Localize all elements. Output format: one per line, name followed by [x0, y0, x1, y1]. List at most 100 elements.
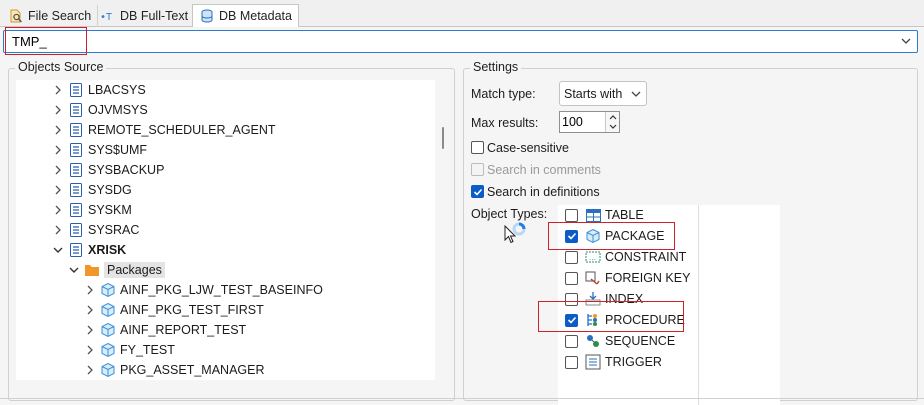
search-in-definitions-checkbox[interactable]	[471, 185, 484, 198]
index-checkbox[interactable]	[565, 292, 578, 306]
package-icon	[100, 282, 116, 298]
tree-item-package[interactable]: AINF_PKG_TEST_FIRST	[84, 300, 264, 320]
tab-label: DB Metadata	[219, 9, 292, 23]
package-checkbox[interactable]	[565, 229, 578, 243]
db-metadata-panel: Objects Source LBACSYS OJVMSYS REMOTE_SC…	[0, 27, 924, 405]
schema-icon	[68, 222, 84, 238]
object-type-foreign-key[interactable]: FOREIGN KEY	[565, 268, 690, 288]
chevron-right-icon[interactable]	[52, 144, 64, 156]
chevron-right-icon[interactable]	[84, 304, 96, 316]
object-types-divider	[698, 205, 699, 405]
spin-down-icon[interactable]	[605, 122, 619, 132]
tree-item-sys-umf[interactable]: SYS$UMF	[52, 140, 147, 160]
tree-item-ojvmsys[interactable]: OJVMSYS	[52, 100, 148, 120]
chevron-right-icon[interactable]	[52, 184, 64, 196]
fulltext-icon: •T	[100, 8, 116, 24]
object-type-label: SEQUENCE	[605, 334, 676, 348]
schema-icon	[68, 162, 84, 178]
search-input[interactable]	[7, 31, 887, 52]
tab-bar: File Search •T DB Full-Text DB Metadata	[0, 0, 924, 28]
search-in-comments-checkbox[interactable]	[471, 163, 484, 176]
bottom-divider	[0, 398, 924, 399]
max-results-spinner[interactable]	[559, 111, 620, 133]
chevron-right-icon[interactable]	[84, 324, 96, 336]
tree-item-lbacsys[interactable]: LBACSYS	[52, 80, 146, 100]
spin-up-icon[interactable]	[605, 112, 619, 122]
tree-item-syskm[interactable]: SYSKM	[52, 200, 132, 220]
chevron-right-icon[interactable]	[52, 104, 64, 116]
tree-item-sysrac[interactable]: SYSRAC	[52, 220, 139, 240]
tree-item-package[interactable]: FY_TEST	[84, 340, 175, 360]
chevron-down-icon[interactable]	[899, 34, 913, 48]
object-type-label: CONSTRAINT	[605, 250, 687, 264]
search-combobox[interactable]	[3, 30, 918, 53]
match-type-label: Match type:	[471, 87, 536, 101]
tree-item-label: AINF_REPORT_TEST	[120, 323, 247, 337]
object-type-table[interactable]: TABLE	[565, 205, 644, 225]
tree-item-packages[interactable]: Packages	[68, 260, 165, 280]
tab-label: DB Full-Text	[120, 9, 189, 23]
chevron-right-icon[interactable]	[52, 124, 64, 136]
object-type-label: TABLE	[605, 208, 644, 222]
foreign-key-icon	[585, 270, 601, 286]
table-icon	[585, 207, 601, 223]
folder-icon	[84, 262, 100, 278]
chevron-right-icon[interactable]	[84, 284, 96, 296]
tab-db-metadata[interactable]: DB Metadata	[192, 4, 299, 28]
object-type-sequence[interactable]: SEQUENCE	[565, 331, 675, 351]
object-type-procedure[interactable]: PROCEDURE	[565, 310, 685, 330]
chevron-right-icon[interactable]	[52, 204, 64, 216]
checkmark-icon	[567, 232, 576, 240]
object-type-index[interactable]: INDEX	[565, 289, 643, 309]
case-sensitive-checkbox[interactable]	[471, 141, 484, 154]
trigger-icon	[585, 354, 601, 370]
tree-item-sysbackup[interactable]: SYSBACKUP	[52, 160, 164, 180]
object-type-constraint[interactable]: … CONSTRAINT	[565, 247, 686, 267]
busy-spinner-icon	[512, 222, 526, 239]
tab-db-full-text[interactable]: •T DB Full-Text	[94, 5, 196, 27]
tab-file-search[interactable]: File Search	[2, 5, 99, 27]
chevron-right-icon[interactable]	[84, 344, 96, 356]
procedure-icon	[585, 312, 601, 328]
tree-item-xrisk[interactable]: XRISK	[52, 240, 126, 260]
tree-item-package[interactable]: AINF_PKG_LJW_TEST_BASEINFO	[84, 280, 323, 300]
objects-source-tree[interactable]: LBACSYS OJVMSYS REMOTE_SCHEDULER_AGENT S…	[16, 80, 435, 380]
chevron-right-icon[interactable]	[52, 164, 64, 176]
tree-item-label: SYSDG	[88, 183, 132, 197]
constraint-checkbox[interactable]	[565, 250, 578, 264]
tree-item-package[interactable]: PKG_ASSET_MANAGER	[84, 360, 265, 380]
tree-scrollbar-thumb[interactable]	[442, 127, 444, 149]
search-in-comments-label: Search in comments	[487, 163, 601, 177]
constraint-icon: …	[585, 249, 601, 265]
procedure-checkbox[interactable]	[565, 313, 578, 327]
file-search-icon	[8, 8, 24, 24]
chevron-right-icon[interactable]	[52, 224, 64, 236]
object-type-label: PROCEDURE	[605, 313, 685, 327]
trigger-checkbox[interactable]	[565, 355, 578, 369]
max-results-input[interactable]	[562, 113, 602, 131]
foreign-key-checkbox[interactable]	[565, 271, 578, 285]
chevron-down-icon	[631, 88, 641, 102]
object-types-label: Object Types:	[471, 207, 548, 221]
checkmark-icon	[567, 316, 576, 324]
package-icon	[100, 302, 116, 318]
object-type-label: PACKAGE	[605, 229, 665, 243]
tree-item-label: AINF_PKG_TEST_FIRST	[120, 303, 264, 317]
tree-item-package[interactable]: AINF_REPORT_TEST	[84, 320, 246, 340]
index-icon	[585, 291, 601, 307]
package-icon	[100, 342, 116, 358]
tree-item-label: Packages	[104, 262, 165, 278]
object-type-package[interactable]: PACKAGE	[565, 226, 665, 246]
chevron-right-icon[interactable]	[52, 84, 64, 96]
chevron-down-icon[interactable]	[68, 264, 80, 276]
tree-item-remote-scheduler-agent[interactable]: REMOTE_SCHEDULER_AGENT	[52, 120, 276, 140]
table-checkbox[interactable]	[565, 208, 578, 222]
chevron-down-icon[interactable]	[52, 244, 64, 256]
tree-item-sysdg[interactable]: SYSDG	[52, 180, 132, 200]
match-type-select[interactable]: Starts with	[559, 81, 647, 106]
object-type-trigger[interactable]: TRIGGER	[565, 352, 662, 372]
chevron-right-icon[interactable]	[84, 364, 96, 376]
sequence-checkbox[interactable]	[565, 334, 578, 348]
schema-icon	[68, 142, 84, 158]
tree-item-label: AINF_PKG_LJW_TEST_BASEINFO	[120, 283, 323, 297]
